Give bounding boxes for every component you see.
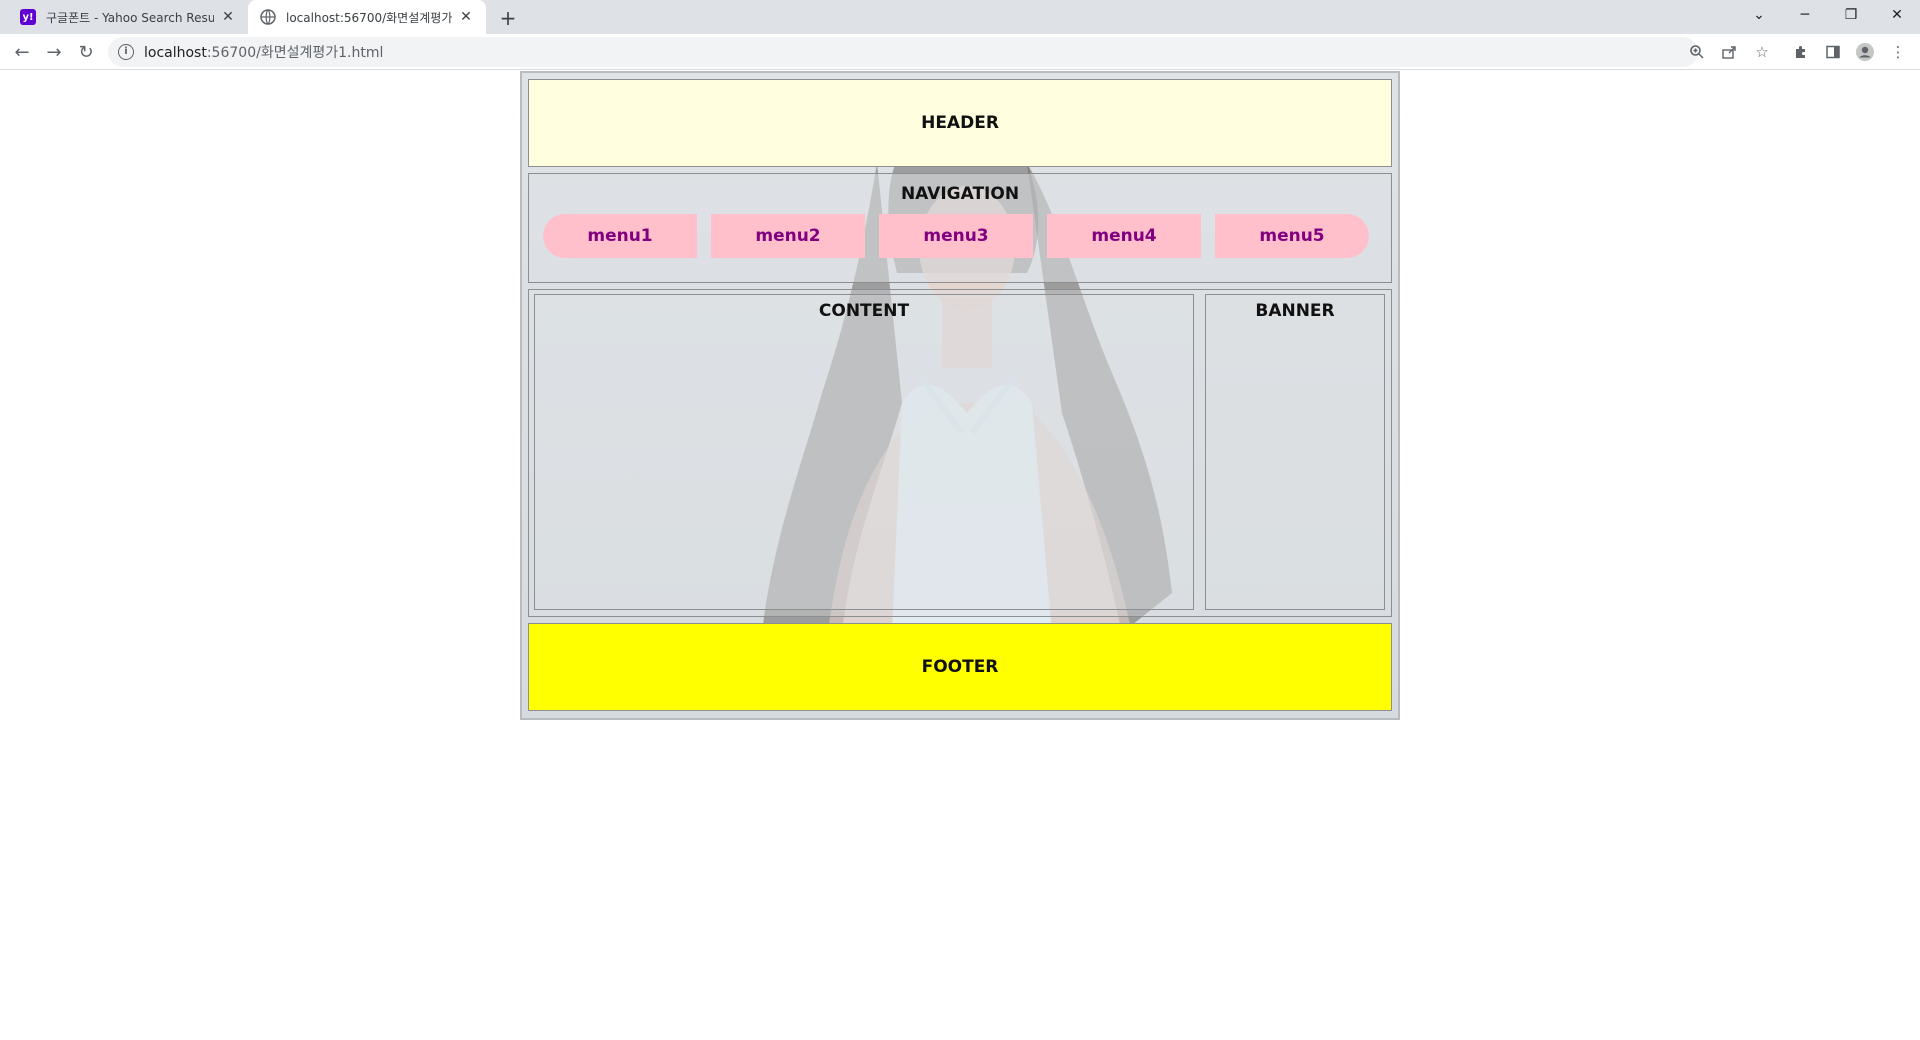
side-panel-icon[interactable] xyxy=(1821,40,1845,64)
tab-strip: y! 구글폰트 - Yahoo Search Results ✕ localho… xyxy=(0,0,1920,34)
footer-label: FOOTER xyxy=(921,657,999,677)
minimize-icon[interactable]: ─ xyxy=(1782,0,1828,30)
layout-wrapper: HEADER NAVIGATION menu1 menu2 menu3 menu… xyxy=(520,71,1400,720)
menu-item-3[interactable]: menu3 xyxy=(879,214,1033,258)
url-path: :56700/화면설계평가1.html xyxy=(206,45,384,61)
zoom-icon[interactable] xyxy=(1685,40,1709,64)
content-section: CONTENT xyxy=(534,294,1194,610)
tab-search-icon[interactable]: ⌄ xyxy=(1736,0,1782,30)
forward-icon[interactable]: → xyxy=(40,38,68,66)
share-icon[interactable] xyxy=(1717,40,1741,64)
menu-bar: menu1 menu2 menu3 menu4 menu5 xyxy=(543,214,1379,258)
close-window-icon[interactable]: ✕ xyxy=(1874,0,1920,30)
restore-icon[interactable]: ❐ xyxy=(1828,0,1874,30)
main-section: CONTENT BANNER xyxy=(528,289,1392,617)
reload-icon[interactable]: ↻ xyxy=(72,38,100,66)
extensions-icon[interactable] xyxy=(1789,40,1813,64)
content-label: CONTENT xyxy=(818,301,910,321)
footer-section: FOOTER xyxy=(528,623,1392,711)
back-icon[interactable]: ← xyxy=(8,38,36,66)
yahoo-favicon-icon: y! xyxy=(20,9,36,25)
close-tab-icon[interactable]: ✕ xyxy=(458,9,474,25)
menu-item-5[interactable]: menu5 xyxy=(1215,214,1369,258)
navigation-title: NAVIGATION xyxy=(900,184,1020,204)
tab-localhost[interactable]: localhost:56700/화면설계평가1.html ✕ xyxy=(248,0,486,34)
tab-title: 구글폰트 - Yahoo Search Results xyxy=(46,10,214,25)
tab-title: localhost:56700/화면설계평가1.html xyxy=(286,10,452,25)
site-info-icon[interactable]: i xyxy=(118,44,134,60)
menu-item-1[interactable]: menu1 xyxy=(543,214,697,258)
navigation-section: NAVIGATION menu1 menu2 menu3 menu4 menu5 xyxy=(528,173,1392,283)
address-bar[interactable]: i localhost:56700/화면설계평가1.html xyxy=(108,37,1698,67)
menu-item-4[interactable]: menu4 xyxy=(1047,214,1201,258)
tab-yahoo-search[interactable]: y! 구글폰트 - Yahoo Search Results ✕ xyxy=(8,0,248,34)
url-text[interactable]: localhost:56700/화면설계평가1.html xyxy=(144,42,383,62)
bookmark-star-icon[interactable]: ☆ xyxy=(1750,40,1774,64)
close-tab-icon[interactable]: ✕ xyxy=(220,9,236,25)
banner-label: BANNER xyxy=(1255,301,1335,321)
new-tab-button[interactable]: + xyxy=(496,6,520,30)
banner-section: BANNER xyxy=(1205,294,1385,610)
globe-icon xyxy=(260,9,276,25)
profile-avatar-icon[interactable] xyxy=(1853,40,1877,64)
menu-kebab-icon[interactable]: ⋮ xyxy=(1886,40,1910,64)
url-host: localhost xyxy=(144,45,207,61)
header-label: HEADER xyxy=(921,113,999,133)
header-section: HEADER xyxy=(528,79,1392,167)
browser-toolbar: ← → ↻ i localhost:56700/화면설계평가1.html ☆ ⋮ xyxy=(0,34,1920,70)
page-viewport: HEADER NAVIGATION menu1 menu2 menu3 menu… xyxy=(0,71,1920,1040)
menu-item-2[interactable]: menu2 xyxy=(711,214,865,258)
